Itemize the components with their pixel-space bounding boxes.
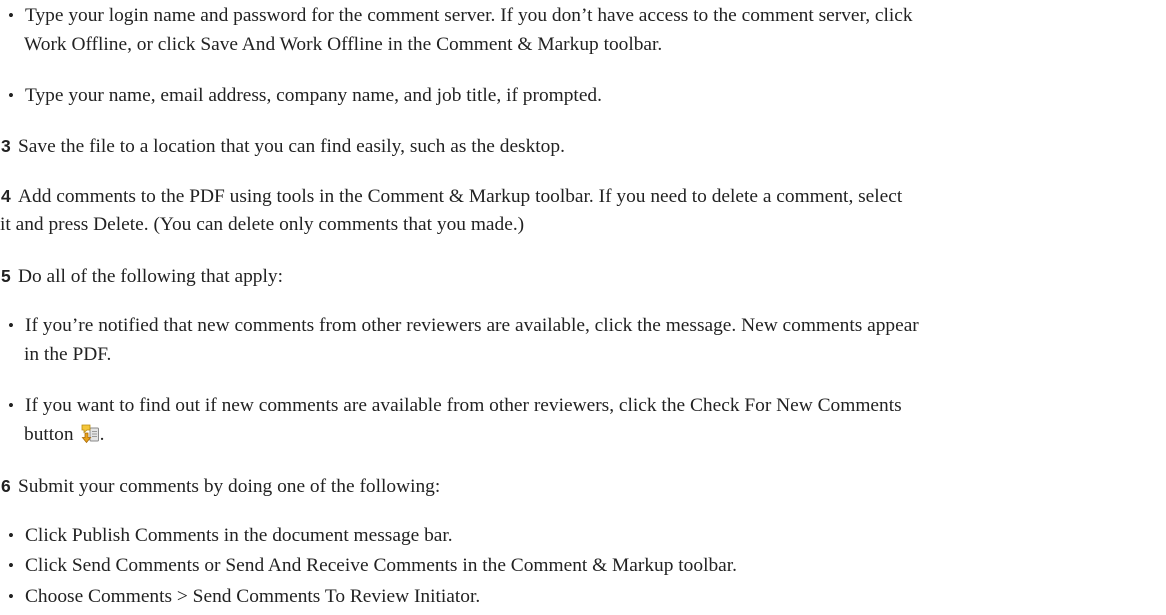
list-item: • Click Send Comments or Send And Receive… (8, 552, 737, 580)
list-item-continuation: in the PDF. (24, 341, 111, 369)
step-3: 3 Save the file to a location that you ca… (1, 132, 565, 161)
step-5: 5 Do all of the following that apply: (1, 262, 283, 291)
step-number: 5 (1, 266, 11, 286)
step-4-continuation: it and press Delete. (You can delete onl… (0, 211, 524, 239)
list-item: • Click Publish Comments in the document … (8, 522, 453, 550)
publish-comments-text: Click Publish Comments in the document m… (25, 525, 453, 546)
step-4-text-continued: it and press Delete. (You can delete onl… (0, 214, 525, 235)
step-6-text: Submit your comments by doing one of the… (18, 476, 441, 497)
list-item: • If you want to find out if new comments… (8, 392, 902, 420)
check-new-comments-period: . (99, 424, 105, 445)
bullet: • (8, 587, 14, 606)
list-item: • Choose Comments > Send Comments To Revi… (8, 583, 480, 611)
document-page: • Type your login name and password for t… (0, 0, 1166, 615)
step-number: 3 (1, 136, 11, 156)
list-item: • If you’re notified that new comments fr… (8, 312, 919, 340)
choose-comments-text: Choose Comments > Send Comments To Revie… (25, 586, 481, 607)
check-for-new-comments-icon (79, 423, 100, 444)
step-number: 6 (1, 476, 11, 496)
bullet: • (8, 396, 14, 415)
step-5-text: Do all of the following that apply: (18, 266, 283, 287)
login-instruction-text-continued: Work Offline, or click Save And Work Off… (24, 34, 663, 55)
notified-instruction-text-continued: in the PDF. (24, 344, 112, 365)
step-4-text: Add comments to the PDF using tools in t… (18, 186, 903, 207)
bullet: • (8, 6, 14, 25)
bullet: • (8, 556, 14, 575)
list-item: • Type your login name and password for t… (8, 2, 913, 30)
list-item-continuation: button . (24, 421, 104, 449)
bullet: • (8, 86, 14, 105)
bullet: • (8, 316, 14, 335)
list-item-continuation: Work Offline, or click Save And Work Off… (24, 31, 662, 59)
check-new-comments-text-continued: button (24, 424, 74, 445)
step-6: 6 Submit your comments by doing one of th… (1, 472, 440, 501)
login-instruction-text: Type your login name and password for th… (25, 5, 913, 26)
step-3-text: Save the file to a location that you can… (18, 136, 565, 157)
notified-instruction-text: If you’re notified that new comments fro… (25, 315, 919, 336)
bullet: • (8, 526, 14, 545)
step-number: 4 (1, 186, 11, 206)
send-comments-text: Click Send Comments or Send And Receive … (25, 555, 737, 576)
prompted-instruction-text: Type your name, email address, company n… (25, 85, 602, 106)
list-item: • Type your name, email address, company … (8, 82, 602, 110)
step-4: 4 Add comments to the PDF using tools in … (1, 182, 902, 211)
check-new-comments-text: If you want to find out if new comments … (25, 395, 902, 416)
